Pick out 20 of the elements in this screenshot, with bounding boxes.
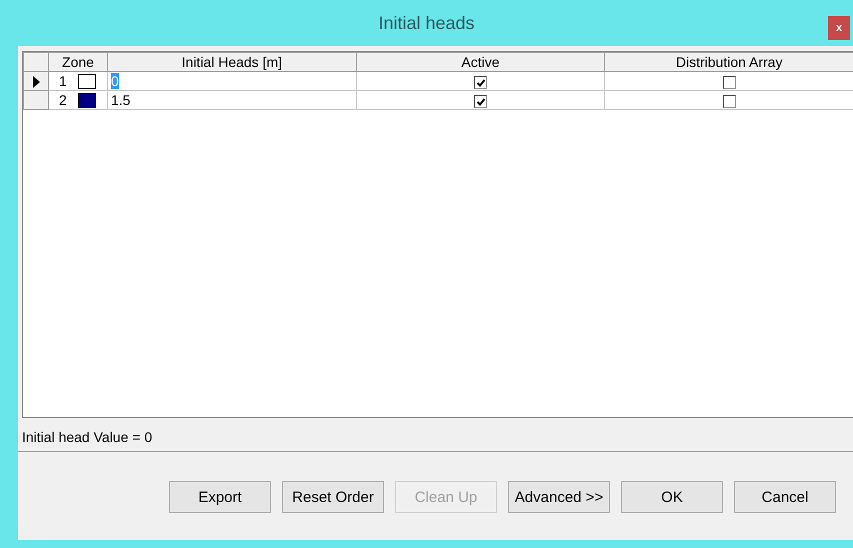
dialog-button[interactable]: Advanced >> bbox=[508, 481, 610, 513]
table-cell: 1.5 bbox=[111, 92, 130, 108]
dialog-button[interactable]: Reset Order bbox=[282, 481, 384, 513]
dialog-button[interactable]: OK bbox=[621, 481, 723, 513]
color-swatch[interactable] bbox=[78, 74, 96, 88]
column-header[interactable]: Zone bbox=[48, 52, 108, 72]
window-title: Initial heads bbox=[378, 12, 475, 34]
close-button[interactable]: x bbox=[828, 16, 850, 40]
color-swatch[interactable] bbox=[78, 92, 96, 108]
checkbox[interactable] bbox=[722, 76, 736, 89]
checkbox[interactable] bbox=[722, 94, 736, 108]
column-header[interactable]: Distribution Array bbox=[604, 52, 853, 72]
dialog-button[interactable]: Export bbox=[169, 481, 271, 513]
status-text: Initial head Value = 0 bbox=[18, 418, 853, 452]
row-header[interactable] bbox=[24, 72, 48, 90]
checkbox[interactable] bbox=[474, 94, 487, 108]
column-header[interactable]: Initial Heads [m] bbox=[108, 52, 356, 72]
dialog-button[interactable]: Cancel bbox=[734, 481, 836, 513]
column-header[interactable]: Active bbox=[356, 52, 605, 72]
checkbox[interactable] bbox=[474, 76, 487, 89]
